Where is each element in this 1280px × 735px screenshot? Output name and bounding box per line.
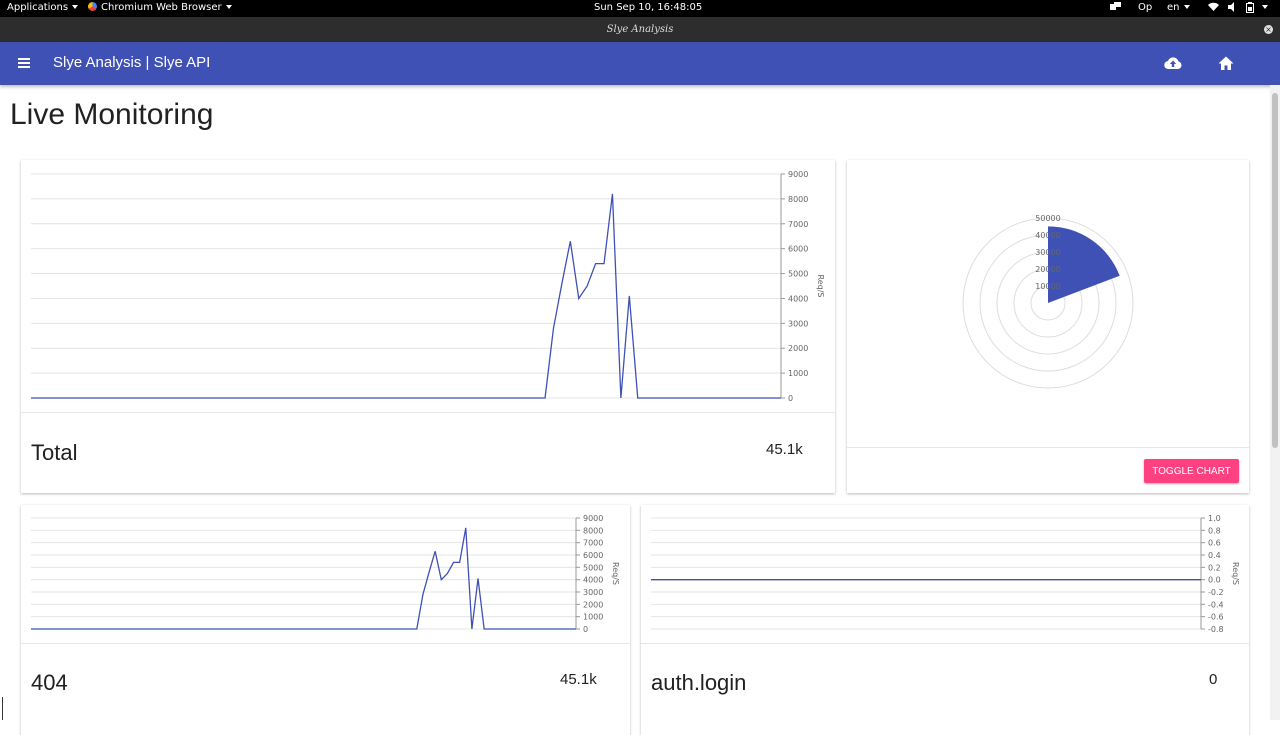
y-tick-label: 7000 bbox=[788, 220, 808, 229]
y-tick-label: 9000 bbox=[788, 170, 808, 179]
browser-menu[interactable]: Chromium Web Browser bbox=[88, 2, 232, 13]
card-divider bbox=[641, 643, 1249, 644]
scrollbar-thumb[interactable] bbox=[1272, 93, 1278, 448]
language-menu[interactable]: en bbox=[1167, 2, 1190, 13]
chevron-down-icon bbox=[1262, 5, 1268, 9]
total-line-chart: 0 1000 2000 3000 4000 5000 6000 7000 8000 9000 Req… bbox=[31, 170, 825, 403]
auth-login-line-chart: -0.8 -0.6 -0.4 -0.2 0.0 0.2 0.4 0.6 0.8 1.0 Req/S bbox=[651, 514, 1240, 634]
window-title-bar: Slye Analysis × bbox=[0, 17, 1280, 42]
404-card-value: 45.1k bbox=[560, 671, 597, 688]
chevron-down-icon bbox=[72, 5, 79, 9]
polar-area-chart: 10000 20000 30000 40000 50000 bbox=[962, 214, 1134, 389]
y-tick-label: 3000 bbox=[583, 588, 603, 597]
card-divider bbox=[847, 447, 1249, 448]
y-tick-label: 1000 bbox=[583, 613, 603, 622]
y-tick-label: 0.8 bbox=[1208, 526, 1221, 535]
404-card: 0 1000 2000 3000 4000 5000 6000 7000 8000 9000 Req… bbox=[21, 505, 630, 735]
page-scrollbar[interactable] bbox=[1270, 85, 1280, 720]
battery-icon[interactable] bbox=[1246, 2, 1254, 16]
y-tick-label: 5000 bbox=[583, 563, 603, 572]
chromium-icon bbox=[88, 2, 97, 11]
close-icon[interactable]: × bbox=[1264, 25, 1273, 34]
total-card-title: Total bbox=[31, 440, 78, 465]
y-tick-label: 5000 bbox=[788, 270, 808, 279]
total-card: 0 1000 2000 3000 4000 5000 6000 7000 8000 9000 Req… bbox=[21, 160, 835, 493]
y-tick-label: 7000 bbox=[583, 539, 603, 548]
polar-chart-card: 10000 20000 30000 40000 50000 TOGGLE CHART bbox=[847, 160, 1249, 493]
menu-icon[interactable] bbox=[18, 58, 30, 68]
chevron-down-icon bbox=[225, 5, 232, 9]
y-tick-label: -0.4 bbox=[1208, 600, 1224, 609]
total-card-value: 45.1k bbox=[766, 441, 803, 458]
y-tick-label: 4000 bbox=[583, 576, 603, 585]
y-tick-label: 2000 bbox=[583, 600, 603, 609]
polar-tick-label: 50000 bbox=[1035, 214, 1060, 223]
app-title: Slye Analysis | Slye API bbox=[53, 54, 211, 71]
y-tick-label: 0.6 bbox=[1208, 539, 1221, 548]
browser-label: Chromium Web Browser bbox=[101, 2, 222, 13]
y-tick-label: 8000 bbox=[788, 195, 808, 204]
y-tick-label: 6000 bbox=[583, 551, 603, 560]
auth-login-card-title: auth.login bbox=[651, 670, 747, 695]
polar-tick-label: 30000 bbox=[1035, 248, 1060, 257]
y-tick-label: -0.6 bbox=[1208, 613, 1224, 622]
op-indicator[interactable]: Op bbox=[1138, 2, 1152, 13]
auth-login-card: -0.8 -0.6 -0.4 -0.2 0.0 0.2 0.4 0.6 0.8 1.0 Req/S … bbox=[641, 505, 1249, 735]
y-tick-label: 4000 bbox=[788, 294, 808, 303]
y-tick-label: 3000 bbox=[788, 319, 808, 328]
volume-icon[interactable] bbox=[1228, 2, 1237, 15]
y-tick-label: 6000 bbox=[788, 245, 808, 254]
wifi-icon[interactable] bbox=[1208, 2, 1219, 15]
y-tick-label: -0.8 bbox=[1208, 625, 1224, 634]
y-tick-label: -0.2 bbox=[1208, 588, 1224, 597]
page-title: Live Monitoring bbox=[10, 98, 214, 131]
y-tick-label: 0.4 bbox=[1208, 551, 1221, 560]
404-line-chart: 0 1000 2000 3000 4000 5000 6000 7000 8000 9000 Req… bbox=[31, 514, 620, 634]
404-card-title: 404 bbox=[31, 670, 68, 695]
y-tick-label: 1000 bbox=[788, 369, 808, 378]
y-tick-label: 0.0 bbox=[1208, 576, 1221, 585]
y-tick-label: 8000 bbox=[583, 526, 603, 535]
auth-login-card-value: 0 bbox=[1209, 671, 1218, 688]
y-tick-label: 0 bbox=[583, 625, 588, 634]
applications-menu[interactable]: Applications bbox=[7, 2, 79, 13]
chevron-down-icon bbox=[1183, 5, 1190, 9]
language-label: en bbox=[1167, 2, 1180, 13]
window-edge bbox=[0, 697, 3, 720]
y-tick-label: 0.2 bbox=[1208, 563, 1221, 572]
y-tick-label: 9000 bbox=[583, 514, 603, 523]
y-tick-label: 0 bbox=[788, 394, 793, 403]
display-icon[interactable] bbox=[1110, 2, 1121, 15]
power-menu[interactable] bbox=[1258, 2, 1268, 13]
applications-label: Applications bbox=[7, 2, 69, 13]
y-axis-label: Req/S bbox=[816, 275, 825, 298]
series-line bbox=[31, 193, 781, 399]
clock[interactable]: Sun Sep 10, 16:48:05 bbox=[594, 2, 702, 13]
polar-tick-label: 20000 bbox=[1035, 265, 1060, 274]
system-top-bar: Applications Chromium Web Browser Sun Se… bbox=[0, 0, 1280, 17]
card-divider bbox=[21, 643, 630, 644]
y-axis-label: Req/S bbox=[1231, 562, 1240, 585]
toggle-chart-button[interactable]: TOGGLE CHART bbox=[1144, 459, 1239, 483]
y-tick-label: 2000 bbox=[788, 344, 808, 353]
y-axis-label: Req/S bbox=[611, 562, 620, 585]
polar-tick-label: 10000 bbox=[1035, 282, 1060, 291]
window-title: Slye Analysis bbox=[606, 24, 674, 35]
home-icon[interactable] bbox=[1218, 56, 1234, 71]
app-bar: Slye Analysis | Slye API bbox=[0, 42, 1280, 85]
card-divider bbox=[21, 412, 835, 413]
cloud-upload-icon[interactable] bbox=[1164, 56, 1182, 70]
polar-tick-label: 40000 bbox=[1035, 231, 1060, 240]
y-tick-label: 1.0 bbox=[1208, 514, 1221, 523]
